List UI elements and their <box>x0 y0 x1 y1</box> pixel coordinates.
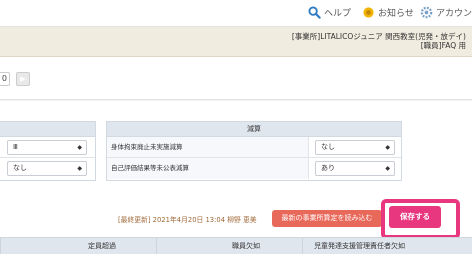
main-content: Ⅲ ◆ なし ◆ 減算 身体拘束廃止未実施減算 なし ◆ 自己評価結果等未公表減… <box>0 101 472 254</box>
notice-link[interactable]: お知らせ <box>362 6 414 19</box>
load-latest-button[interactable]: 最新の事業所算定を読み込む <box>272 210 382 227</box>
select-value: なし <box>13 164 27 172</box>
notice-icon <box>363 7 374 18</box>
next-page-button[interactable]: ▶ <box>16 72 30 86</box>
facility-info: [事業所]LITALICOジュニア 関西教室(児発・放デイ) [職員]FAQ 用 <box>292 32 466 50</box>
chevron-updown-icon: ◆ <box>385 143 390 151</box>
column-divider <box>0 238 1 254</box>
left-table-header <box>0 122 95 137</box>
column-divider <box>302 238 303 254</box>
chevron-updown-icon: ◆ <box>77 165 82 172</box>
table-row: 身体拘束廃止未実施減算 なし ◆ <box>107 137 401 158</box>
left-select-1[interactable]: Ⅲ ◆ <box>7 139 87 155</box>
chevron-updown-icon: ◆ <box>385 165 390 172</box>
reduction-table: 減算 身体拘束廃止未実施減算 なし ◆ 自己評価結果等未公表減算 あり ◆ <box>106 121 402 181</box>
row-label: 身体拘束廃止未実施減算 <box>107 137 309 157</box>
bottom-table-header: 定員超過 職員欠如 児童発達支援管理責任者欠如 <box>0 237 472 254</box>
page-input[interactable]: 0 <box>0 72 10 86</box>
chevron-updown-icon: ◆ <box>77 143 82 151</box>
notice-label: お知らせ <box>378 9 414 19</box>
select-value: なし <box>321 142 335 151</box>
column-header-overcapacity: 定員超過 <box>88 242 116 250</box>
search-icon <box>308 6 321 19</box>
staff-name: [職員]FAQ 用 <box>420 41 466 50</box>
gear-icon <box>420 6 433 19</box>
reduction-table-header: 減算 <box>107 122 401 137</box>
select-value: Ⅲ <box>13 142 18 151</box>
top-bar: ヘルプ お知らせ アカウント <box>0 0 472 27</box>
help-label: ヘルプ <box>324 9 352 19</box>
table-row: 自己評価結果等未公表減算 あり ◆ <box>107 158 401 179</box>
pager-panel: 0 ▶ <box>0 57 472 100</box>
help-link[interactable]: ヘルプ <box>308 6 351 19</box>
left-select-2[interactable]: なし ◆ <box>7 161 87 176</box>
save-button[interactable]: 保存する <box>389 206 441 228</box>
account-link[interactable]: アカウント <box>420 6 472 19</box>
column-divider <box>156 238 157 254</box>
page-header: [事業所]LITALICOジュニア 関西教室(児発・放デイ) [職員]FAQ 用 <box>0 27 472 57</box>
last-updated-text: [最終更新] 2021年4月20日 13:04 柳野 恵美 <box>118 216 257 224</box>
restraint-select[interactable]: なし ◆ <box>315 139 395 155</box>
table-row: なし ◆ <box>0 158 95 179</box>
self-eval-select[interactable]: あり ◆ <box>315 161 395 176</box>
left-table: Ⅲ ◆ なし ◆ <box>0 121 96 181</box>
table-row: Ⅲ ◆ <box>0 137 95 158</box>
facility-name: [事業所]LITALICOジュニア 関西教室(児発・放デイ) <box>291 32 466 41</box>
column-header-manager-shortage: 児童発達支援管理責任者欠如 <box>314 242 405 250</box>
row-label: 自己評価結果等未公表減算 <box>107 158 309 179</box>
account-label: アカウント <box>436 9 472 19</box>
column-header-staff-shortage: 職員欠如 <box>232 242 260 250</box>
select-value: あり <box>321 164 335 172</box>
